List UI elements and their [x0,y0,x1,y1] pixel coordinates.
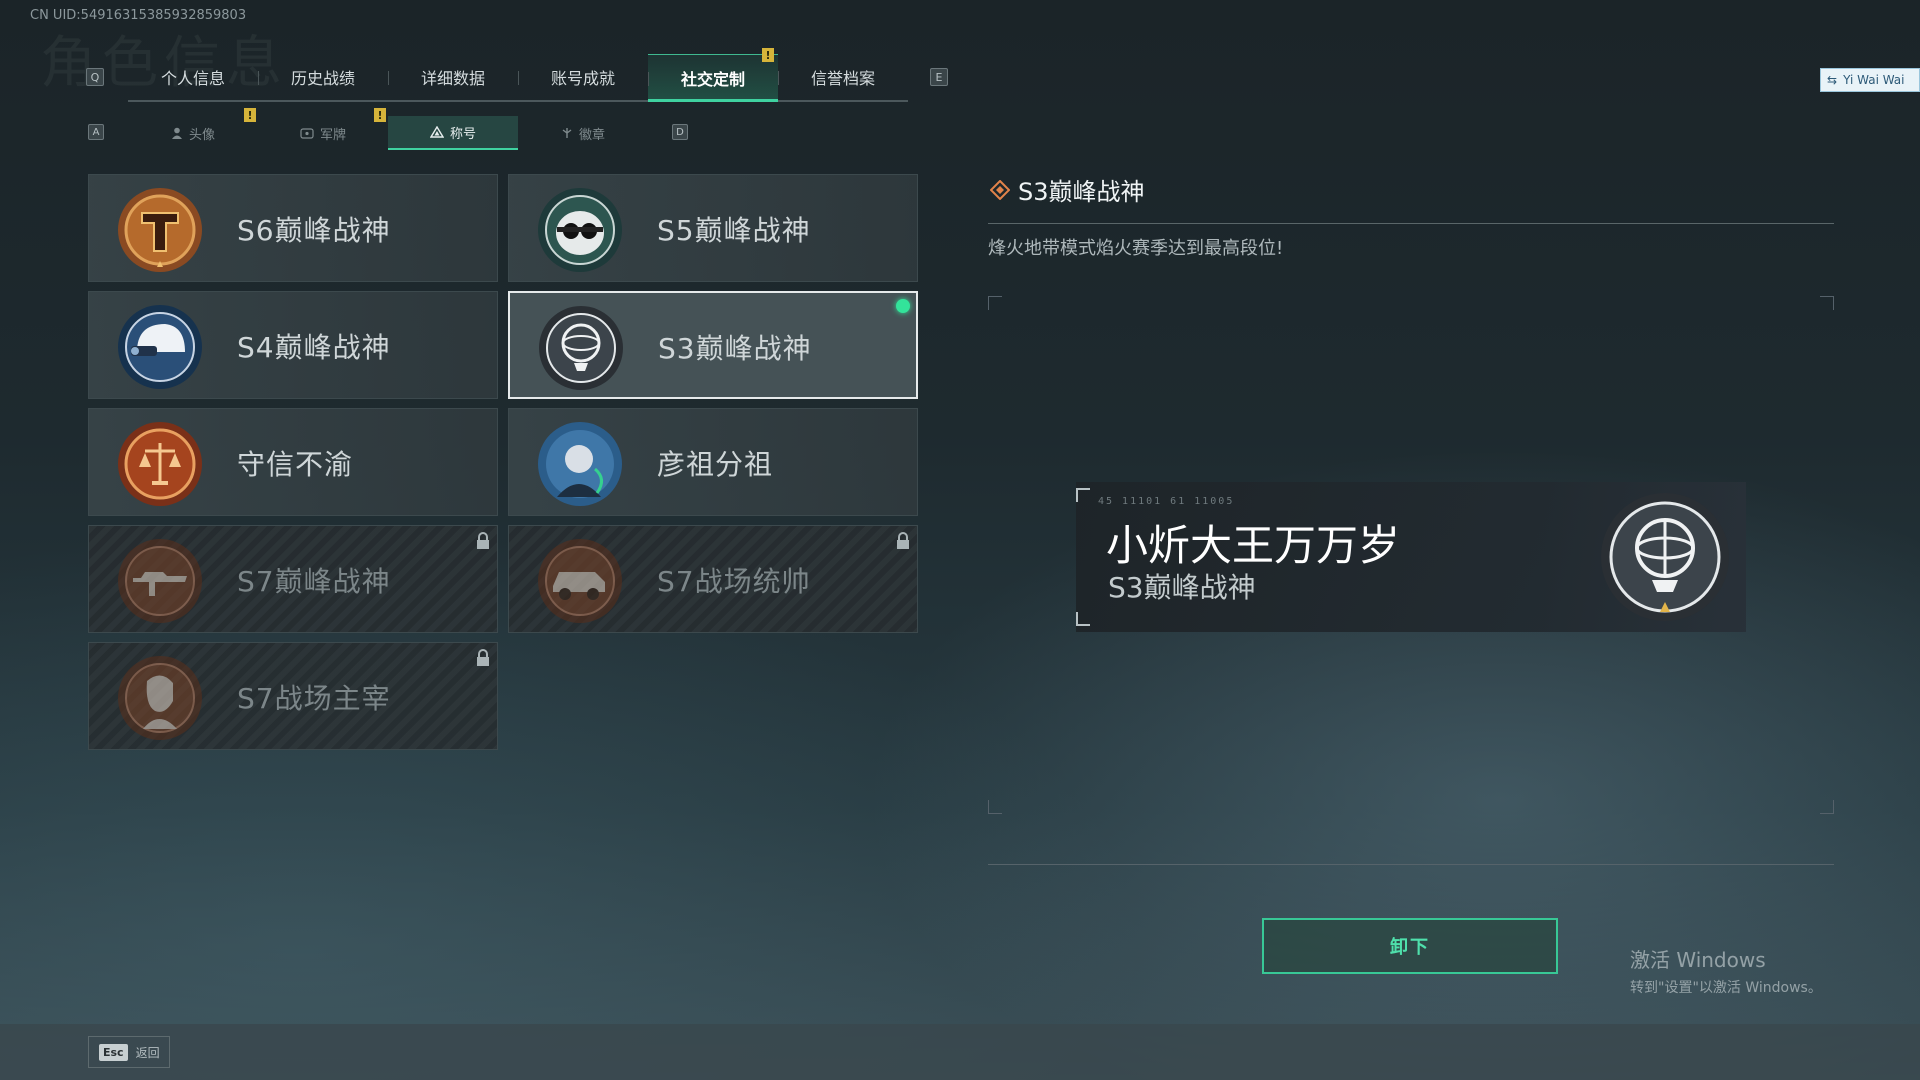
title-card-yanzu[interactable]: 彦祖分祖 [508,408,918,516]
title-card-label: S3巅峰战神 [658,332,812,365]
subtab-title[interactable]: 称号 [388,116,518,150]
title-card-label: S5巅峰战神 [657,214,811,247]
shield-t-icon [115,185,205,275]
title-card-label: 守信不渝 [237,448,354,481]
emblem-icon [562,128,572,138]
detail-header: S3巅峰战神 [990,172,1145,207]
subtab-emblem[interactable]: 徽章 [518,116,648,150]
frame-corner [988,800,1002,814]
skull-goggles-icon [535,185,625,275]
preview-player-name: 小炘大王万万岁 [1106,521,1401,570]
activation-watermark: 激活 Windows 转到"设置"以激活 Windows。 [1630,944,1822,997]
preview-corner [1076,488,1090,502]
panel-divider [988,864,1834,865]
subtab-title-label: 称号 [449,126,476,142]
subtab-dogtag-label: 军牌 [319,127,346,143]
frame-corner [1820,800,1834,814]
title-card-label: S4巅峰战神 [237,331,391,364]
title-card-s4[interactable]: S4巅峰战神 [88,291,498,399]
tab-credit-record[interactable]: 信誉档案 [778,54,908,100]
frame-corner [1820,296,1834,310]
title-card-label: S7巅峰战神 [237,565,391,598]
triangle-icon [429,126,444,138]
footer-bar: Esc 返回 [0,1024,1920,1080]
main-tab-bar: Q 个人信息 历史战绩 详细数据 账号成就 社交定制 信誉档案 ! E [84,48,948,102]
portrait-icon [535,419,625,509]
frame-corner [988,296,1002,310]
lock-icon [477,649,489,666]
preview-code: 45 11101 61 11005 [1098,496,1235,507]
armillary-sphere-icon [1601,493,1729,621]
detail-description: 烽火地带模式焰火赛季达到最高段位! [988,238,1284,259]
title-card-label: 彦祖分祖 [657,448,774,481]
title-card-s6[interactable]: S6巅峰战神 [88,174,498,282]
detail-title: S3巅峰战神 [1018,178,1145,206]
title-card-s7-commander[interactable]: S7战场统帅 [508,525,918,633]
tab-detailed-data[interactable]: 详细数据 [388,54,518,100]
detail-divider [988,223,1834,224]
back-button[interactable]: Esc 返回 [88,1036,170,1068]
armored-car-icon [535,536,625,626]
title-card-s7-peak[interactable]: S7巅峰战神 [88,525,498,633]
title-card-s7-dominator[interactable]: S7战场主宰 [88,642,498,750]
sub-tabs: 头像 军牌 称号 徽章 [128,116,648,150]
subtab-avatar[interactable]: 头像 [128,116,258,150]
dogtag-icon [300,128,314,139]
tab-personal-info[interactable]: 个人信息 [128,54,258,100]
title-card-label: S7战场主宰 [237,682,391,715]
next-tab-key[interactable]: E [930,68,948,86]
tab-notice-badge: ! [762,48,774,62]
helmet-nvg-icon [115,302,205,392]
main-tabs: 个人信息 历史战绩 详细数据 账号成就 社交定制 信誉档案 [128,54,908,102]
back-label: 返回 [135,1045,160,1060]
next-subtab-key[interactable]: D [672,124,688,140]
person-icon [171,127,182,139]
lock-icon [477,532,489,549]
title-card-label: S7战场统帅 [657,565,811,598]
subtab-notice-badge-2: ! [374,108,386,122]
user-chip[interactable]: ⇆ Yi Wai Wai [1820,68,1920,92]
subtab-dogtag[interactable]: 军牌 [258,116,388,150]
subtab-emblem-label: 徽章 [578,127,605,143]
tab-match-history[interactable]: 历史战绩 [258,54,388,100]
diamond-icon [990,179,1010,200]
tab-achievements[interactable]: 账号成就 [518,54,648,100]
subtab-notice-badge: ! [244,108,256,122]
title-card-label: S6巅峰战神 [237,214,391,247]
link-icon: ⇆ [1827,73,1838,87]
sub-tab-bar: A 头像 军牌 称号 徽章 ! ! D [84,108,704,150]
scales-icon [115,419,205,509]
prev-subtab-key[interactable]: A [88,124,104,140]
watermark-line1: 激活 Windows [1630,948,1766,972]
title-preview-card: 45 11101 61 11005 小炘大王万万岁 S3巅峰战神 [1076,482,1746,632]
title-card-s5[interactable]: S5巅峰战神 [508,174,918,282]
preview-title: S3巅峰战神 [1108,571,1256,604]
soldier-icon [115,653,205,743]
preview-corner [1076,612,1090,626]
esc-key: Esc [99,1043,128,1061]
unequip-button[interactable]: 卸下 [1262,918,1558,974]
armillary-sphere-icon [536,303,626,393]
tab-social-custom[interactable]: 社交定制 [648,54,778,102]
rifle-icon [115,536,205,626]
user-chip-label: Yi Wai Wai [1843,73,1905,87]
subtab-avatar-label: 头像 [188,127,215,143]
title-card-honor[interactable]: 守信不渝 [88,408,498,516]
lock-icon [897,532,909,549]
prev-tab-key[interactable]: Q [86,68,104,86]
title-card-s3[interactable]: S3巅峰战神 [508,291,918,399]
watermark-line2: 转到"设置"以激活 Windows。 [1630,980,1822,996]
equipped-indicator [896,299,910,313]
